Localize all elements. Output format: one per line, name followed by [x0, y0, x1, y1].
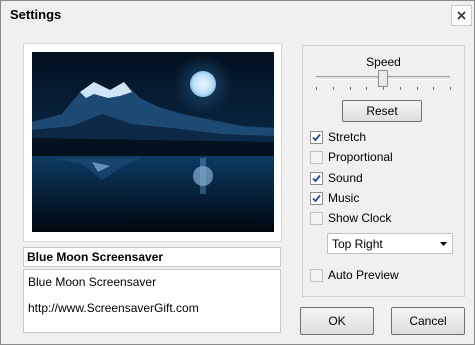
- settings-group: Speed Reset Stretch Proportional Sound M…: [302, 45, 465, 297]
- slider-tick: [399, 87, 401, 90]
- slider-tick: [366, 87, 368, 90]
- proportional-checkbox[interactable]: [310, 150, 323, 164]
- clock-position-value: Top Right: [332, 237, 383, 251]
- ok-button[interactable]: OK: [300, 307, 374, 335]
- close-icon: [457, 11, 466, 20]
- clock-position-select[interactable]: Top Right: [327, 233, 453, 254]
- website-link[interactable]: http://www.ScreensaverGift.com: [28, 301, 199, 315]
- auto-preview-checkbox[interactable]: [310, 268, 323, 282]
- show-clock-option[interactable]: Show Clock: [310, 210, 391, 226]
- show-clock-label: Show Clock: [328, 211, 392, 225]
- screensaver-name: Blue Moon Screensaver: [27, 250, 164, 264]
- stretch-option[interactable]: Stretch: [310, 129, 366, 145]
- preview-frame: [23, 43, 282, 242]
- stretch-label: Stretch: [328, 130, 367, 144]
- slider-tick: [316, 87, 317, 90]
- slider-tick: [450, 87, 451, 90]
- slider-tick: [433, 87, 435, 90]
- stretch-checkbox[interactable]: [310, 130, 323, 144]
- close-button[interactable]: [451, 5, 472, 26]
- description-box: Blue Moon Screensaver http://www.Screens…: [23, 269, 281, 333]
- speed-label: Speed: [366, 55, 401, 69]
- music-label: Music: [328, 191, 360, 205]
- show-clock-checkbox[interactable]: [310, 211, 323, 225]
- proportional-option[interactable]: Proportional: [310, 149, 393, 165]
- slider-tick: [332, 87, 334, 90]
- speed-slider-ticks: [316, 87, 452, 92]
- music-option[interactable]: Music: [310, 190, 359, 206]
- screensaver-name-field: Blue Moon Screensaver: [23, 247, 281, 267]
- slider-tick: [383, 87, 384, 90]
- checkmark-icon: [312, 194, 321, 202]
- checkmark-icon: [312, 174, 321, 182]
- proportional-label: Proportional: [328, 150, 393, 164]
- speed-slider-thumb[interactable]: [378, 70, 388, 87]
- checkmark-icon: [312, 133, 321, 141]
- sound-option[interactable]: Sound: [310, 170, 363, 186]
- description-text: Blue Moon Screensaver: [28, 275, 157, 289]
- auto-preview-label: Auto Preview: [328, 268, 399, 282]
- sound-checkbox[interactable]: [310, 171, 323, 185]
- chevron-down-icon: [440, 242, 447, 246]
- music-checkbox[interactable]: [310, 191, 323, 205]
- screensaver-preview-image: [32, 52, 274, 232]
- slider-tick: [416, 87, 418, 90]
- title-bar[interactable]: Settings: [1, 1, 474, 28]
- window-title: Settings: [10, 7, 62, 22]
- reset-button[interactable]: Reset: [342, 100, 422, 122]
- settings-dialog: Settings Blue Moon Screensaver Blue Moon…: [0, 0, 475, 345]
- slider-tick: [349, 87, 351, 90]
- cancel-button[interactable]: Cancel: [391, 307, 465, 335]
- sound-label: Sound: [328, 171, 363, 185]
- auto-preview-option[interactable]: Auto Preview: [310, 267, 399, 283]
